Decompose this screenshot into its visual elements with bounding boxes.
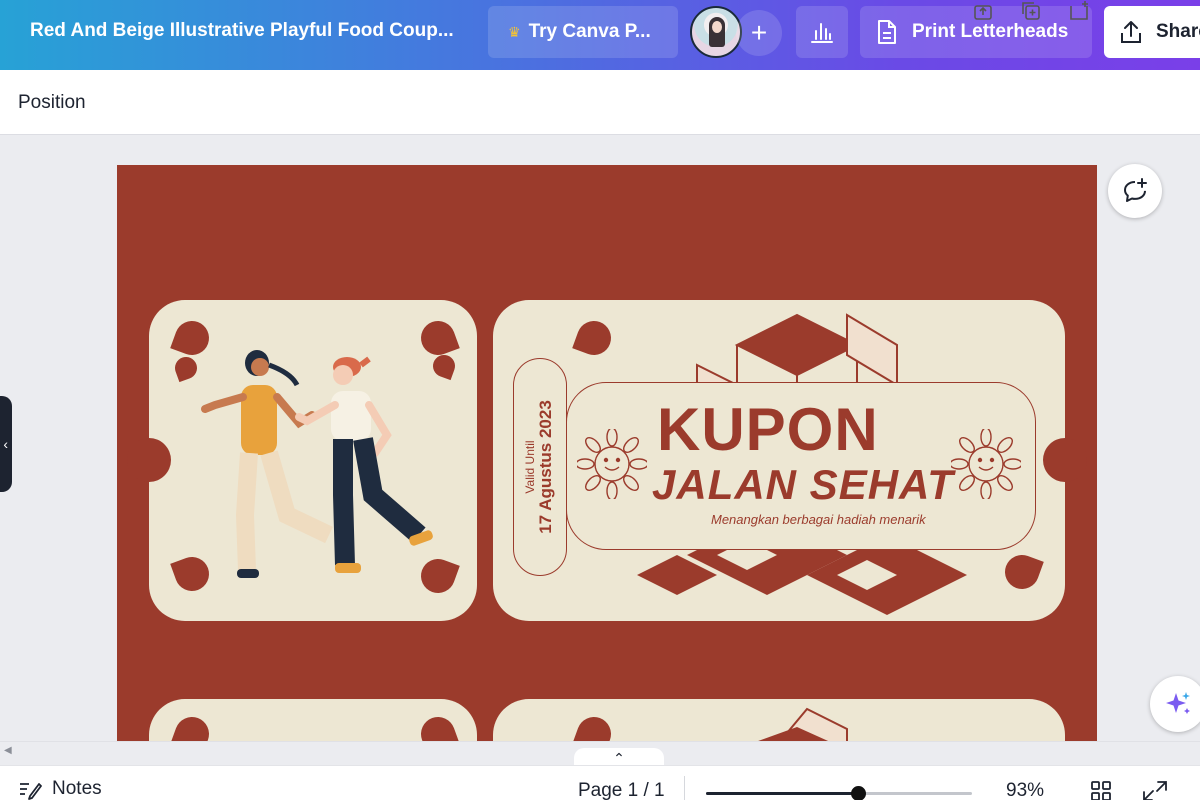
zoom-slider-fill (706, 792, 858, 795)
page-indicator[interactable]: Page 1 / 1 (578, 780, 665, 800)
crown-icon: ♛ (508, 23, 521, 40)
page-up-icon[interactable] (972, 0, 994, 22)
zoom-percentage[interactable]: 93% (1006, 780, 1044, 800)
user-avatar[interactable] (690, 6, 742, 58)
valid-until-text: Valid Until 17 Agustus 2023 (523, 400, 556, 534)
notes-label: Notes (52, 778, 102, 799)
notes-pencil-icon (18, 778, 42, 800)
magic-sparkle-icon (1166, 692, 1190, 714)
footer-bar: Notes Page 1 / 1 93% (0, 765, 1200, 800)
try-canva-pro-label: Try Canva P... (528, 21, 651, 42)
grid-view-icon[interactable] (1090, 780, 1112, 800)
scroll-left-icon[interactable]: ◀ (4, 745, 12, 756)
share-upload-icon (1118, 19, 1144, 45)
footer-divider (684, 776, 685, 800)
sunflower-left-decoration (577, 429, 647, 499)
coupon-title[interactable]: KUPON (657, 395, 879, 464)
stub-notch-left (127, 438, 171, 482)
add-page-icon[interactable] (1068, 0, 1090, 22)
document-icon (876, 19, 898, 45)
collapse-side-panel-button[interactable]: ‹ (0, 396, 12, 492)
print-letterheads-label: Print Letterheads (912, 21, 1069, 42)
runners-illustration (201, 350, 433, 578)
fullscreen-icon[interactable] (1142, 780, 1168, 800)
coupon-subtitle[interactable]: JALAN SEHAT (652, 461, 954, 509)
try-canva-pro-button[interactable]: ♛ Try Canva P... (488, 6, 678, 58)
duplicate-page-icon[interactable] (1020, 0, 1042, 22)
zoom-slider-thumb[interactable] (850, 786, 866, 800)
insights-button[interactable] (796, 6, 848, 58)
stats-icon (811, 23, 833, 43)
add-comment-button[interactable] (1108, 164, 1162, 218)
share-button[interactable]: Share (1104, 6, 1200, 58)
position-button[interactable]: Position (18, 92, 86, 114)
context-toolbar: Position (0, 70, 1200, 135)
table-chair-illustration-2 (758, 707, 848, 741)
share-label: Share (1156, 21, 1200, 42)
notes-button[interactable]: Notes (18, 778, 102, 800)
add-collaborator-button[interactable]: + (736, 10, 782, 56)
ticket-notch-right (1043, 438, 1087, 482)
avatar-face (712, 21, 722, 33)
valid-until-date: 17 Agustus 2023 (536, 400, 556, 534)
sunflower-right-decoration (951, 429, 1021, 499)
chevron-up-icon: ⌃ (613, 749, 625, 766)
magic-assistant-button[interactable] (1150, 676, 1200, 732)
design-canvas[interactable]: Valid Until 17 Agustus 2023 KUPON JALAN … (117, 165, 1097, 741)
add-comment-icon (1124, 178, 1147, 202)
coupon-tagline[interactable]: Menangkan berbagai hadiah menarik (711, 512, 926, 527)
zoom-slider[interactable] (706, 786, 972, 800)
document-title[interactable]: Red And Beige Illustrative Playful Food … (30, 20, 454, 42)
